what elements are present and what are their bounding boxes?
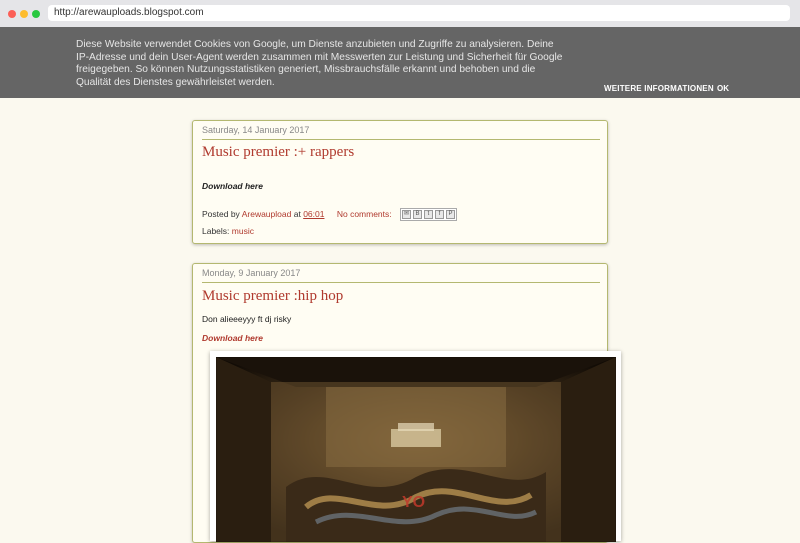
post-date: Monday, 9 January 2017	[202, 268, 301, 278]
post-date: Saturday, 14 January 2017	[202, 125, 310, 135]
blog-post: Saturday, 14 January 2017 Music premier …	[192, 120, 608, 244]
facebook-icon[interactable]: f	[435, 210, 444, 219]
close-window-button[interactable]	[8, 10, 16, 18]
post-body-text: Don alieeeyyy ft dj risky	[202, 314, 292, 324]
ok-button[interactable]: OK	[717, 84, 729, 93]
blog-icon[interactable]: B	[413, 210, 422, 219]
date-divider	[202, 139, 600, 140]
download-link[interactable]: Download here	[202, 181, 263, 191]
post-footer: Posted by Arewaupload at 06:01 No commen…	[202, 209, 392, 219]
post-image[interactable]: YO	[210, 351, 621, 542]
download-link[interactable]: Download here	[202, 333, 263, 343]
cookie-banner: Diese Website verwendet Cookies von Goog…	[0, 27, 800, 98]
post-time-link[interactable]: 06:01	[303, 209, 324, 219]
svg-text:YO: YO	[402, 494, 425, 511]
cookie-banner-text: Diese Website verwendet Cookies von Goog…	[76, 39, 563, 88]
more-info-button[interactable]: WEITERE INFORMATIONEN	[604, 84, 714, 93]
comments-link[interactable]: No comments:	[337, 209, 392, 219]
address-bar[interactable]: http://arewauploads.blogspot.com	[48, 5, 790, 21]
browser-chrome: http://arewauploads.blogspot.com	[0, 0, 800, 27]
post-title-link[interactable]: Music premier :+ rappers	[202, 144, 354, 161]
at-label: at	[293, 209, 301, 219]
label-link-music[interactable]: music	[232, 226, 254, 236]
author-link[interactable]: Arewaupload	[242, 209, 292, 219]
date-divider	[202, 282, 600, 283]
minimize-window-button[interactable]	[20, 10, 28, 18]
twitter-icon[interactable]: t	[424, 210, 433, 219]
maximize-window-button[interactable]	[32, 10, 40, 18]
posted-by-label: Posted by	[202, 209, 240, 219]
share-buttons: ✉ B t f P	[400, 208, 457, 221]
email-icon[interactable]: ✉	[402, 210, 411, 219]
post-title-link[interactable]: Music premier :hip hop	[202, 288, 343, 305]
post-labels: Labels: music	[202, 226, 254, 236]
graffiti-room-image: YO	[216, 357, 616, 542]
labels-prefix: Labels:	[202, 226, 230, 236]
pinterest-icon[interactable]: P	[446, 210, 455, 219]
